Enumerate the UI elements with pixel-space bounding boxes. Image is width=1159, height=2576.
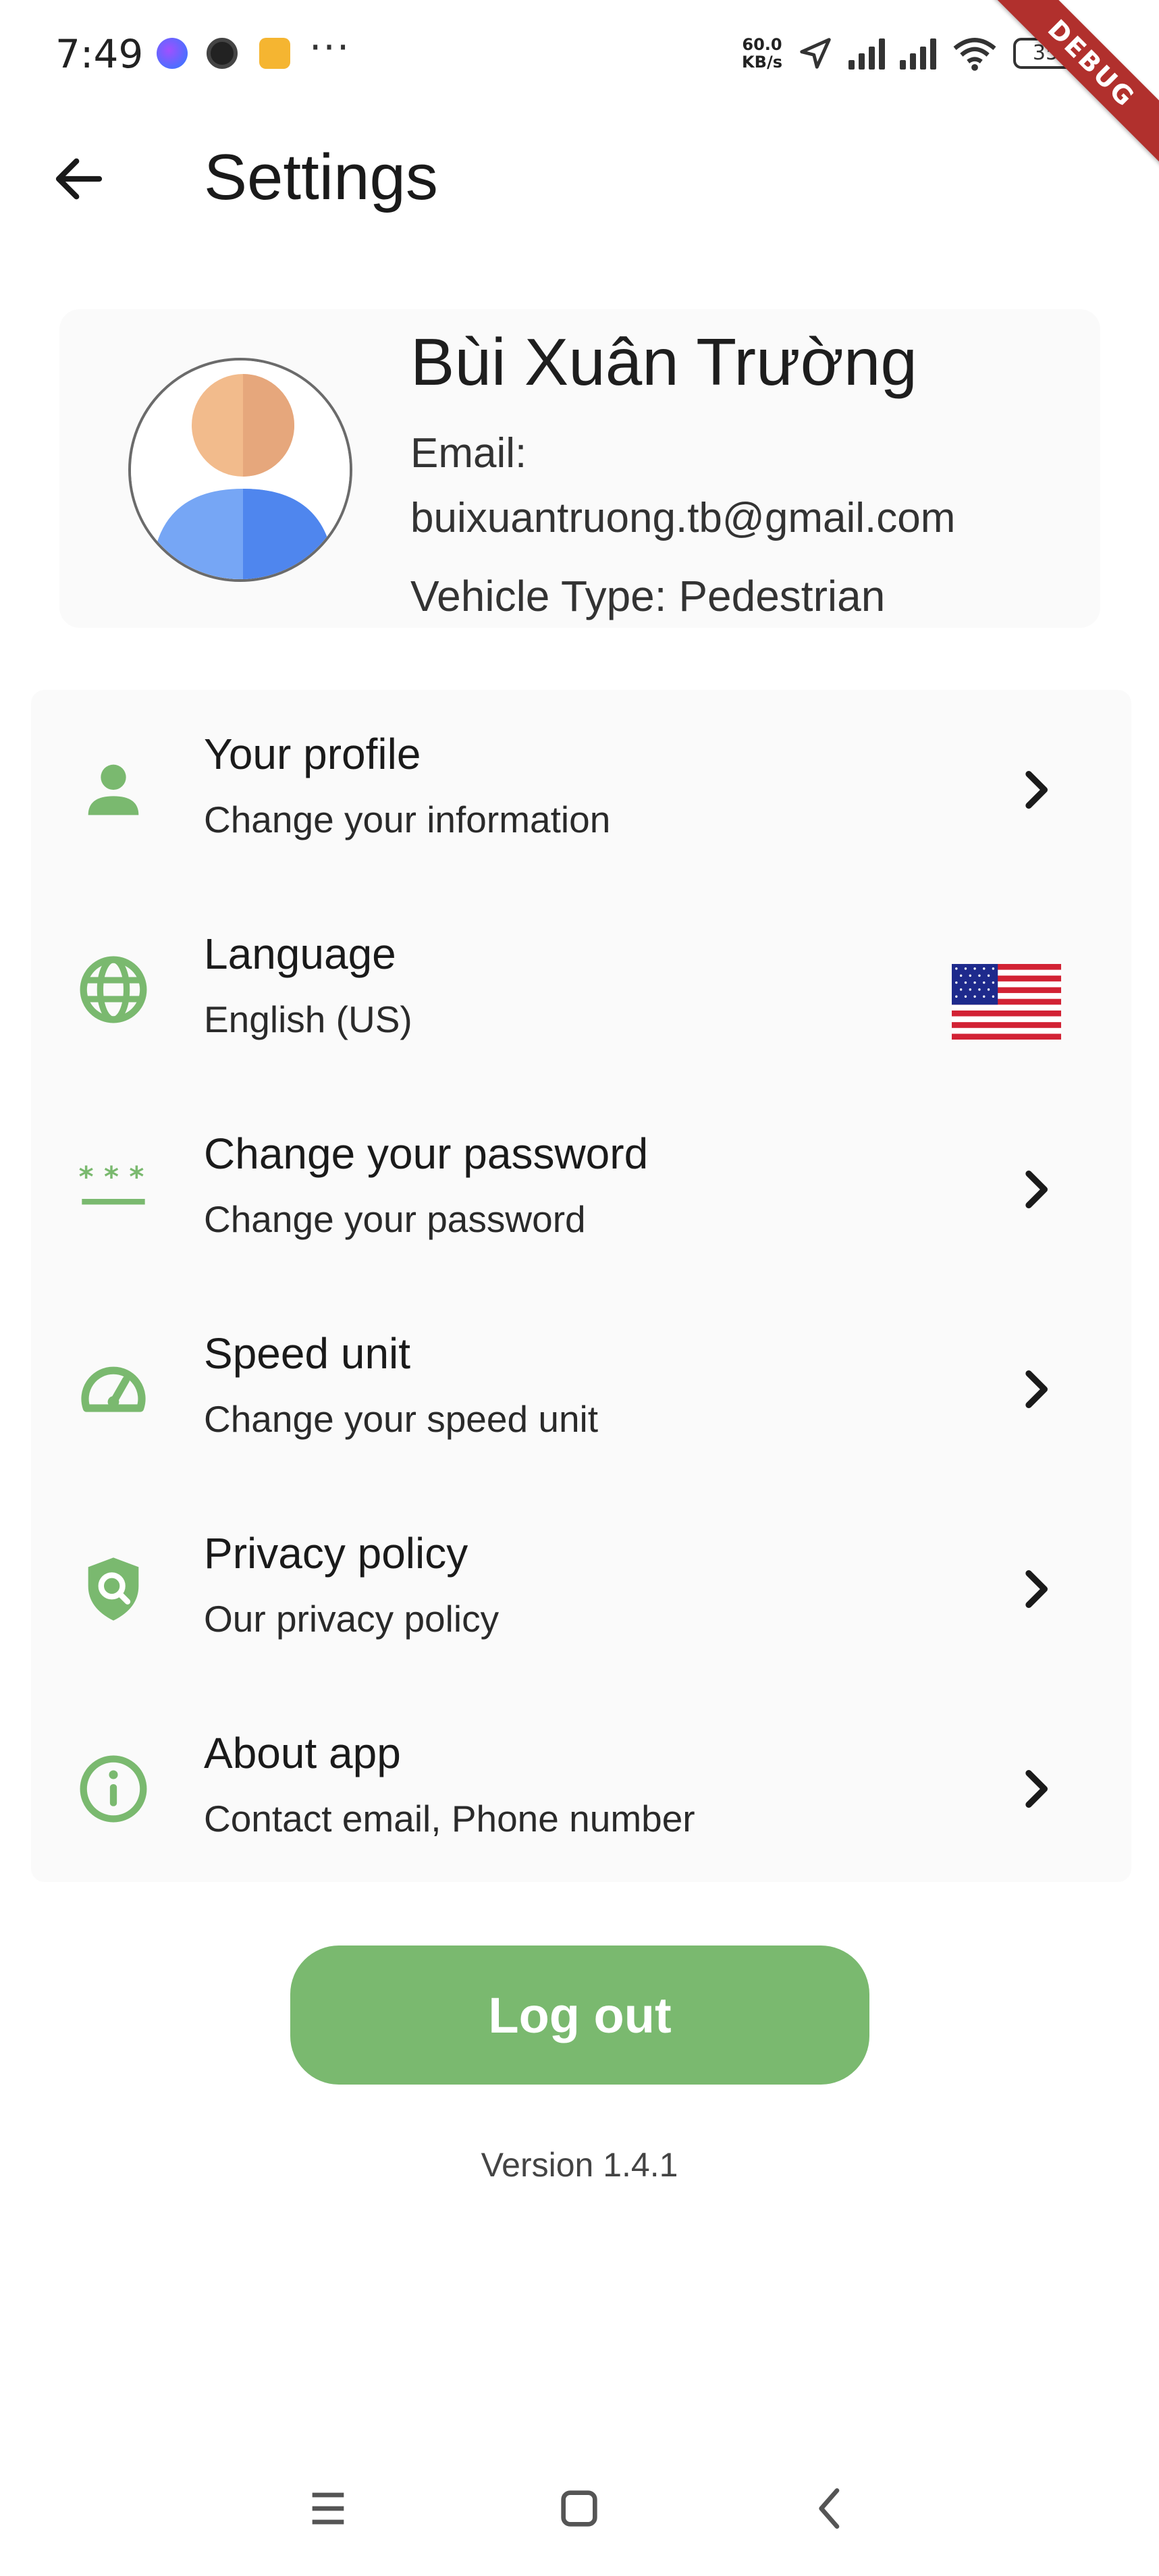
version-text: Version 1.4.1 (481, 2146, 678, 2184)
settings-item-title: Your profile (204, 730, 421, 778)
password-icon: * * * (79, 1160, 145, 1205)
chevron-right-icon (1025, 771, 1048, 809)
chevron-right-icon (1025, 1770, 1048, 1808)
profile-card: Bùi Xuân Trường Email: buixuantruong.tb@… (59, 309, 1100, 628)
settings-item-password[interactable]: * * * Change your password Change your pas… (31, 1090, 1131, 1289)
settings-item-profile[interactable]: Your profile Change your information (31, 690, 1131, 890)
network-speed-value: 60.0 (742, 35, 782, 54)
chevron-right-icon (1025, 1171, 1048, 1208)
settings-item-language[interactable]: Language English (US) (31, 890, 1131, 1090)
settings-item-speed-unit[interactable]: Speed unit Change your speed unit (31, 1289, 1131, 1489)
speedometer-icon (81, 1366, 146, 1412)
signal-icon-2 (900, 37, 936, 70)
more-notifications-icon: ··· (309, 24, 351, 70)
user-avatar-icon (131, 360, 350, 579)
info-icon (80, 1755, 147, 1823)
signal-icon (848, 37, 885, 70)
avatar (128, 358, 352, 582)
chevron-right-icon (1025, 1370, 1048, 1408)
settings-item-privacy[interactable]: Privacy policy Our privacy policy (31, 1489, 1131, 1689)
settings-item-title: Privacy policy (204, 1529, 468, 1578)
settings-item-title: About app (204, 1729, 401, 1777)
network-speed-unit: KB/s (742, 53, 782, 72)
status-time: 7:49 (55, 31, 144, 77)
logout-button[interactable]: Log out (290, 1946, 869, 2085)
settings-item-title: Change your password (204, 1129, 649, 1178)
page-title: Settings (204, 141, 438, 213)
status-bar: 7:49 ··· 60.0 KB/s 35 DEBUG (0, 0, 1159, 180)
us-flag-icon (952, 964, 1061, 1040)
home-icon[interactable] (552, 2481, 606, 2535)
svg-text:*: * (79, 1160, 94, 1193)
profile-email: buixuantruong.tb@gmail.com (410, 495, 956, 541)
person-icon (88, 764, 139, 815)
settings-item-subtitle: Change your information (204, 799, 611, 840)
settings-list: Your profile Change your information Lan… (31, 690, 1131, 1882)
svg-text:*: * (104, 1160, 119, 1193)
settings-item-subtitle: Contact email, Phone number (204, 1798, 695, 1840)
settings-item-subtitle: Change your speed unit (204, 1398, 599, 1440)
messenger-icon (157, 38, 188, 69)
settings-item-about[interactable]: About app Contact email, Phone number (31, 1689, 1131, 1889)
vehicle-type: Vehicle Type: Pedestrian (410, 572, 886, 620)
settings-item-title: Speed unit (204, 1329, 411, 1378)
svg-text:*: * (129, 1160, 144, 1193)
settings-item-subtitle: English (US) (204, 998, 412, 1040)
chevron-right-icon (1025, 1570, 1048, 1608)
settings-item-title: Language (204, 930, 396, 978)
menu-icon[interactable] (301, 2481, 355, 2535)
location-arrow-icon (800, 38, 831, 69)
profile-name: Bùi Xuân Trường (410, 325, 917, 399)
network-speed: 60.0 KB/s (742, 36, 782, 71)
settings-item-subtitle: Change your password (204, 1198, 586, 1240)
email-label: Email: (410, 430, 527, 477)
notes-app-icon (259, 38, 290, 69)
clock-app-icon (207, 38, 238, 69)
back-icon[interactable] (803, 2481, 857, 2535)
wifi-icon (953, 38, 996, 71)
back-arrow-icon[interactable] (49, 149, 109, 209)
system-nav-bar (0, 2457, 1159, 2552)
shield-search-icon (88, 1557, 139, 1621)
globe-icon (80, 956, 147, 1023)
status-indicators: 60.0 KB/s 35 (742, 30, 1078, 77)
app-bar: Settings (0, 128, 1159, 223)
settings-item-subtitle: Our privacy policy (204, 1598, 500, 1640)
